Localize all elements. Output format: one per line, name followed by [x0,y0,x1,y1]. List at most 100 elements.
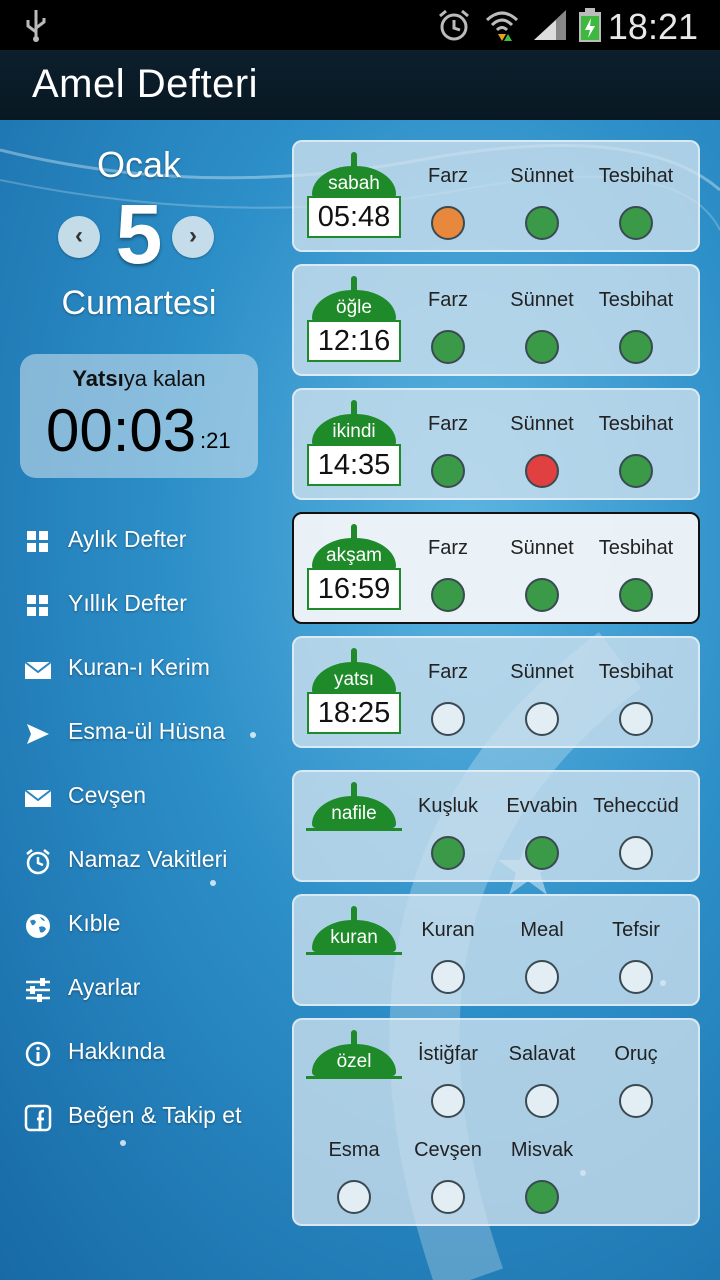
check-farz[interactable]: Farz [398,410,498,488]
check-sunnet[interactable]: Sünnet [492,410,592,488]
check-farz[interactable]: Farz [398,658,498,736]
check-label: Salavat [508,1043,576,1065]
status-dot[interactable] [431,578,465,612]
check-label: Oruç [614,1043,658,1065]
prayer-badge: öğle 12:16 [306,276,402,364]
check-label: Misvak [510,1139,574,1161]
status-dot[interactable] [431,206,465,240]
check-sunnet[interactable]: Sünnet [492,534,592,612]
status-dot[interactable] [619,1084,653,1118]
check-tesbihat[interactable]: Tesbihat [586,410,686,488]
prayer-badge: sabah 05:48 [306,152,402,240]
prayer-card-sabah[interactable]: sabah 05:48 Farz Sünnet Tesbihat [292,140,700,252]
check-meal[interactable]: Meal [492,916,592,994]
status-dot[interactable] [619,960,653,994]
status-dot[interactable] [619,702,653,736]
wifi-icon [485,11,519,41]
badge-baseline [306,1076,402,1079]
check-tesbihat[interactable]: Tesbihat [586,534,686,612]
check-misvak[interactable]: Misvak [492,1136,592,1214]
prayer-time: 18:25 [307,692,401,734]
status-dot[interactable] [431,702,465,736]
extra-badge: özel [306,1030,402,1118]
extra-name: kuran [312,920,396,952]
menu-item-begen-takip[interactable]: Beğen & Takip et [0,1090,280,1146]
menu-item-hakkinda[interactable]: Hakkında [0,1026,280,1082]
status-dot[interactable] [431,454,465,488]
prayer-card-ogle[interactable]: öğle 12:16 Farz Sünnet Tesbihat [292,264,700,376]
check-kusluk[interactable]: Kuşluk [398,792,498,870]
check-evvabin[interactable]: Evvabin [492,792,592,870]
check-label: Farz [428,661,468,683]
check-farz[interactable]: Farz [398,286,498,364]
check-farz[interactable]: Farz [398,534,498,612]
check-esma[interactable]: Esma [304,1136,404,1214]
prayer-badge: ikindi 14:35 [306,400,402,488]
status-dot[interactable] [525,454,559,488]
menu-item-namaz-vakitleri[interactable]: Namaz Vakitleri [0,834,280,890]
status-dot[interactable] [525,206,559,240]
check-farz[interactable]: Farz [398,162,498,240]
status-dot[interactable] [525,1180,559,1214]
status-dot[interactable] [525,578,559,612]
check-cevsen[interactable]: Cevşen [398,1136,498,1214]
status-dot[interactable] [431,960,465,994]
status-dot[interactable] [525,702,559,736]
prayer-card-yatsi[interactable]: yatsı 18:25 Farz Sünnet Tesbihat [292,636,700,748]
countdown-seconds: :21 [200,428,231,453]
check-label: Evvabin [506,795,578,817]
menu-item-ayarlar[interactable]: Ayarlar [0,962,280,1018]
countdown-time: 00:03 [46,397,197,464]
status-dot[interactable] [431,330,465,364]
extra-name: özel [312,1044,396,1076]
extra-card-ozel[interactable]: özel İstiğfar Salavat Oruç Esma Cevşen M… [292,1018,700,1226]
check-label: Cevşen [414,1139,482,1161]
check-label: Sünnet [510,165,574,187]
status-dot[interactable] [619,330,653,364]
check-label: Kuşluk [417,795,479,817]
status-dot[interactable] [619,578,653,612]
status-dot[interactable] [525,330,559,364]
check-tesbihat[interactable]: Tesbihat [586,286,686,364]
extra-card-kuran[interactable]: kuran Kuran Meal Tefsir [292,894,700,1006]
check-tesbihat[interactable]: Tesbihat [586,658,686,736]
menu-item-yillik-defter[interactable]: Yıllık Defter [0,578,280,634]
status-dot[interactable] [431,1180,465,1214]
check-label: Kuran [421,919,475,941]
status-dot[interactable] [525,960,559,994]
check-label: Tesbihat [598,289,674,311]
alarm-icon [439,9,469,41]
check-sunnet[interactable]: Sünnet [492,286,592,364]
menu-item-kible[interactable]: Kıble [0,898,280,954]
menu-label: Kıble [68,910,121,936]
check-label: Tesbihat [598,413,674,435]
check-tesbihat[interactable]: Tesbihat [586,162,686,240]
status-dot[interactable] [431,1084,465,1118]
prayer-card-aksam[interactable]: akşam 16:59 Farz Sünnet Tesbihat [292,512,700,624]
status-dot[interactable] [431,836,465,870]
check-tefsir[interactable]: Tefsir [586,916,686,994]
check-sunnet[interactable]: Sünnet [492,658,592,736]
status-dot[interactable] [619,206,653,240]
day-number: 5 [115,187,163,281]
menu-item-aylik-defter[interactable]: Aylık Defter [0,514,280,570]
status-dot[interactable] [619,836,653,870]
next-day-button[interactable]: › [172,216,214,258]
menu-item-kuran-i-kerim[interactable]: Kuran-ı Kerim [0,642,280,698]
check-istigfar[interactable]: İstiğfar [398,1040,498,1118]
menu-item-esma-ul-husna[interactable]: Esma-ül Hüsna [0,706,280,762]
check-oruc[interactable]: Oruç [586,1040,686,1118]
prayer-card-ikindi[interactable]: ikindi 14:35 Farz Sünnet Tesbihat [292,388,700,500]
status-dot[interactable] [525,836,559,870]
menu-item-cevsen[interactable]: Cevşen [0,770,280,826]
check-sunnet[interactable]: Sünnet [492,162,592,240]
grid-icon [27,531,48,552]
check-teheccud[interactable]: Teheccüd [586,792,686,870]
status-dot[interactable] [619,454,653,488]
status-dot[interactable] [525,1084,559,1118]
check-salavat[interactable]: Salavat [492,1040,592,1118]
check-kuran[interactable]: Kuran [398,916,498,994]
extra-card-nafile[interactable]: nafile Kuşluk Evvabin Teheccüd [292,770,700,882]
status-dot[interactable] [337,1180,371,1214]
check-label: Sünnet [510,661,574,683]
